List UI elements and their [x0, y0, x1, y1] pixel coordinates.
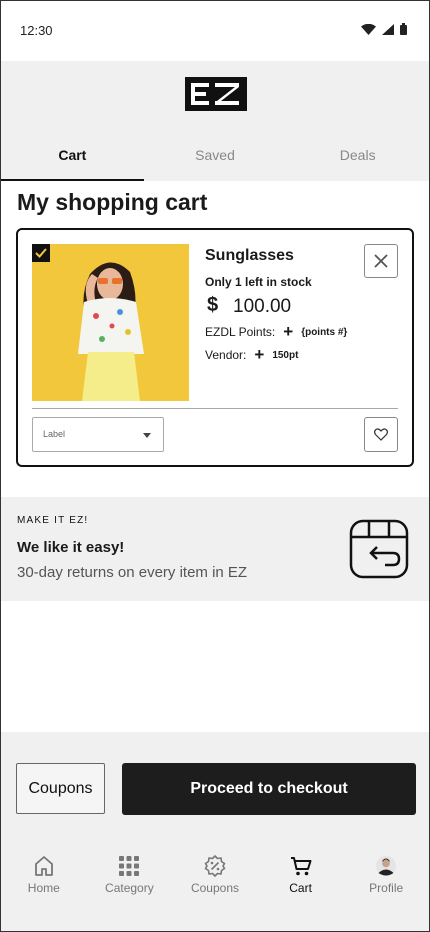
coupons-button[interactable]: Coupons — [16, 763, 105, 814]
nav-item-category[interactable]: Category — [87, 842, 173, 931]
promo-text: 30-day returns on every item in EZ — [17, 564, 248, 581]
tab-saved[interactable]: Saved — [144, 135, 287, 181]
nav-label: Category — [105, 881, 154, 895]
signal-icon — [382, 23, 394, 35]
plus-icon: + — [283, 322, 294, 341]
points-row: EZDL Points: + {points #} — [205, 322, 348, 341]
status-icons — [361, 23, 407, 35]
nav-item-cart[interactable]: Cart — [258, 842, 344, 931]
plus-icon: + — [254, 345, 265, 364]
cart-icon — [290, 857, 312, 876]
return-box-icon — [349, 519, 409, 579]
product-image[interactable] — [32, 244, 189, 401]
remove-item-button[interactable] — [364, 244, 398, 278]
tab-cart[interactable]: Cart — [1, 135, 144, 181]
vendor-row: Vendor: + 150pt — [205, 345, 299, 364]
returns-promo-banner: MAKE IT EZ! We like it easy! 30-day retu… — [1, 497, 429, 601]
card-divider — [32, 408, 398, 409]
promo-eyebrow: MAKE IT EZ! — [17, 515, 89, 526]
ez-logo[interactable] — [185, 77, 247, 111]
page-title: My shopping cart — [17, 189, 208, 215]
cart-item-card: Sunglasses Only 1 left in stock $ 100.00… — [16, 228, 414, 467]
product-price: 100.00 — [233, 296, 292, 317]
points-label: EZDL Points: — [205, 325, 276, 339]
vendor-value: 150pt — [272, 349, 299, 361]
nav-item-profile[interactable]: Profile — [343, 842, 429, 931]
promo-title: We like it easy! — [17, 539, 125, 556]
status-bar: 12:30 — [1, 1, 429, 61]
nav-item-home[interactable]: Home — [1, 842, 87, 931]
vendor-label: Vendor: — [205, 348, 247, 362]
chevron-down-icon — [143, 433, 151, 438]
nav-label: Home — [27, 881, 60, 895]
currency-symbol: $ — [207, 294, 219, 316]
select-label: Label — [43, 429, 66, 439]
nav-label: Coupons — [190, 881, 239, 895]
stock-note: Only 1 left in stock — [205, 275, 312, 289]
wifi-icon — [361, 23, 376, 35]
battery-icon — [400, 23, 407, 35]
tab-deals[interactable]: Deals — [286, 135, 429, 181]
save-for-later-button[interactable] — [364, 417, 398, 452]
cart-tabs: Cart Saved Deals — [1, 135, 429, 181]
status-time: 12:30 — [20, 23, 53, 38]
product-photo — [32, 244, 189, 401]
nav-label: Profile — [369, 881, 404, 895]
app-frame: 12:30 Cart Saved Deals My shopping cart … — [0, 0, 430, 932]
discount-badge-icon — [204, 855, 226, 877]
option-select[interactable]: Label — [32, 417, 164, 452]
bottom-nav: Home Category Coupons Cart Profile — [1, 842, 429, 931]
header: Cart Saved Deals — [1, 61, 429, 181]
points-value: {points #} — [301, 326, 348, 338]
home-icon — [34, 856, 53, 876]
item-select-checkbox[interactable] — [32, 244, 50, 262]
grid-icon — [119, 856, 140, 876]
product-name[interactable]: Sunglasses — [205, 247, 294, 265]
heart-icon — [374, 428, 388, 441]
close-icon — [374, 254, 388, 268]
checkout-action-bar: Coupons Proceed to checkout — [1, 732, 429, 842]
avatar-icon — [376, 856, 397, 876]
nav-label: Cart — [289, 881, 312, 895]
nav-item-coupons[interactable]: Coupons — [172, 842, 258, 931]
proceed-to-checkout-button[interactable]: Proceed to checkout — [122, 763, 416, 815]
checkmark-icon — [35, 248, 47, 258]
